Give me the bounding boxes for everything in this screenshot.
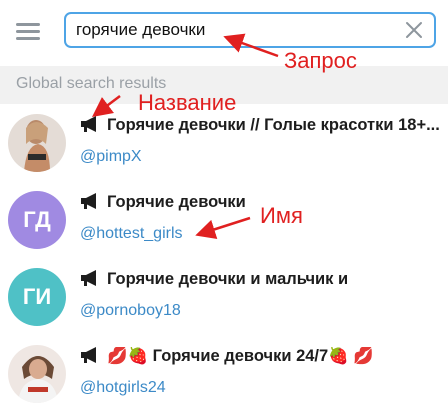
- result-username[interactable]: @hotgirls24: [80, 379, 166, 397]
- result-title: Горячие девочки и мальчик и: [107, 270, 349, 289]
- search-result-row[interactable]: 💋🍓 Горячие девочки 24/7🍓 💋 @hotgirls24: [0, 337, 448, 414]
- megaphone-icon: [81, 116, 96, 132]
- search-input[interactable]: [76, 14, 396, 46]
- search-box[interactable]: [64, 12, 436, 48]
- megaphone-icon: [81, 347, 96, 363]
- result-title-line: Горячие девочки // Голые красотки 18+...: [80, 116, 442, 140]
- avatar: ГД: [8, 191, 66, 249]
- avatar-initials: ГИ: [22, 284, 52, 309]
- avatar: [8, 114, 66, 172]
- megaphone-icon: [81, 270, 96, 286]
- result-title-line: 💋🍓 Горячие девочки 24/7🍓 💋: [80, 347, 442, 371]
- search-result-row[interactable]: ГИ Горячие девочки и мальчик и @pornoboy…: [0, 260, 448, 337]
- hamburger-menu-icon[interactable]: [16, 21, 42, 41]
- annotation-title: Название: [138, 90, 237, 115]
- search-result-row[interactable]: Горячие девочки // Голые красотки 18+...…: [0, 106, 448, 183]
- result-title-line: Горячие девочки и мальчик и: [80, 270, 442, 294]
- annotation-query: Запрос: [284, 48, 357, 73]
- close-icon[interactable]: [404, 20, 424, 40]
- megaphone-icon: [81, 193, 96, 209]
- result-username[interactable]: @pimpX: [80, 148, 142, 166]
- avatar-photo: [8, 114, 66, 172]
- result-title: Горячие девочки: [107, 193, 246, 212]
- annotation-name: Имя: [260, 203, 303, 228]
- search-result-row[interactable]: ГД Горячие девочки @hottest_girls: [0, 183, 448, 260]
- avatar: ГИ: [8, 268, 66, 326]
- result-title: Горячие девочки // Голые красотки 18+...: [107, 116, 440, 135]
- top-bar: [0, 0, 448, 64]
- result-username[interactable]: @hottest_girls: [80, 225, 183, 243]
- avatar: [8, 345, 66, 403]
- result-username[interactable]: @pornoboy18: [80, 302, 181, 320]
- result-title: 💋🍓 Горячие девочки 24/7🍓 💋: [107, 347, 374, 366]
- avatar-initials: ГД: [23, 207, 51, 232]
- avatar-photo: [8, 345, 66, 403]
